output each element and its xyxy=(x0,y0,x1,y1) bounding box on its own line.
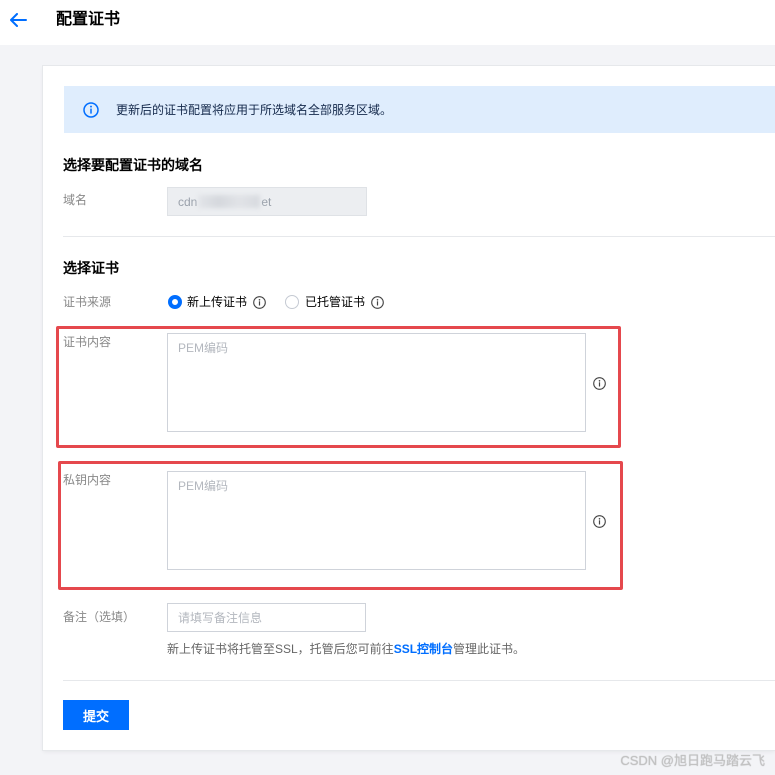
domain-section-title: 选择要配置证书的域名 xyxy=(63,157,203,173)
ssl-console-link[interactable]: SSL控制台 xyxy=(394,642,453,656)
radio-button-new-upload[interactable] xyxy=(168,295,182,309)
domain-value-prefix: cdn xyxy=(178,194,198,209)
help-text-before: 新上传证书将托管至SSL，托管后您可前往 xyxy=(167,642,394,656)
section-divider xyxy=(63,236,775,237)
help-text-after: 管理此证书。 xyxy=(453,642,526,656)
radio-button-hosted[interactable] xyxy=(285,295,299,309)
private-key-label: 私钥内容 xyxy=(63,473,112,487)
remark-input[interactable] xyxy=(167,603,366,632)
cert-content-textarea[interactable] xyxy=(167,333,586,432)
info-circle-icon[interactable] xyxy=(593,377,606,390)
alert-text: 更新后的证书配置将应用于所选域名全部服务区域。 xyxy=(116,103,393,117)
page-header: 配置证书 xyxy=(0,0,775,45)
domain-value-suffix: et xyxy=(261,194,272,209)
radio-label-new-upload: 新上传证书 xyxy=(187,295,248,309)
info-circle-icon[interactable] xyxy=(371,296,384,309)
info-alert: 更新后的证书配置将应用于所选域名全部服务区域。 xyxy=(64,86,775,133)
private-key-textarea[interactable] xyxy=(167,471,586,570)
cert-source-label: 证书来源 xyxy=(63,295,112,309)
domain-label: 域名 xyxy=(63,193,88,207)
remark-label: 备注（选填） xyxy=(63,610,136,624)
info-circle-icon xyxy=(83,102,99,118)
config-card: 更新后的证书配置将应用于所选域名全部服务区域。 选择要配置证书的域名 域名 cd… xyxy=(43,66,775,750)
radio-label-hosted: 已托管证书 xyxy=(305,295,366,309)
domain-field: cdn et xyxy=(167,187,367,216)
submit-button[interactable]: 提交 xyxy=(63,700,129,730)
watermark-text: CSDN @旭日跑马踏云飞 xyxy=(620,753,765,768)
radio-option-hosted[interactable]: 已托管证书 xyxy=(285,294,367,310)
cert-content-label: 证书内容 xyxy=(63,335,112,349)
radio-option-new-upload[interactable]: 新上传证书 xyxy=(168,294,250,310)
help-text: 新上传证书将托管至SSL，托管后您可前往SSL控制台管理此证书。 xyxy=(167,641,525,657)
domain-value-redacted xyxy=(198,195,261,208)
cert-section-title: 选择证书 xyxy=(63,260,119,276)
arrow-left-icon[interactable] xyxy=(10,13,27,27)
page-title: 配置证书 xyxy=(56,11,121,28)
info-circle-icon[interactable] xyxy=(593,515,606,528)
info-circle-icon[interactable] xyxy=(253,296,266,309)
footer-divider xyxy=(63,680,775,681)
